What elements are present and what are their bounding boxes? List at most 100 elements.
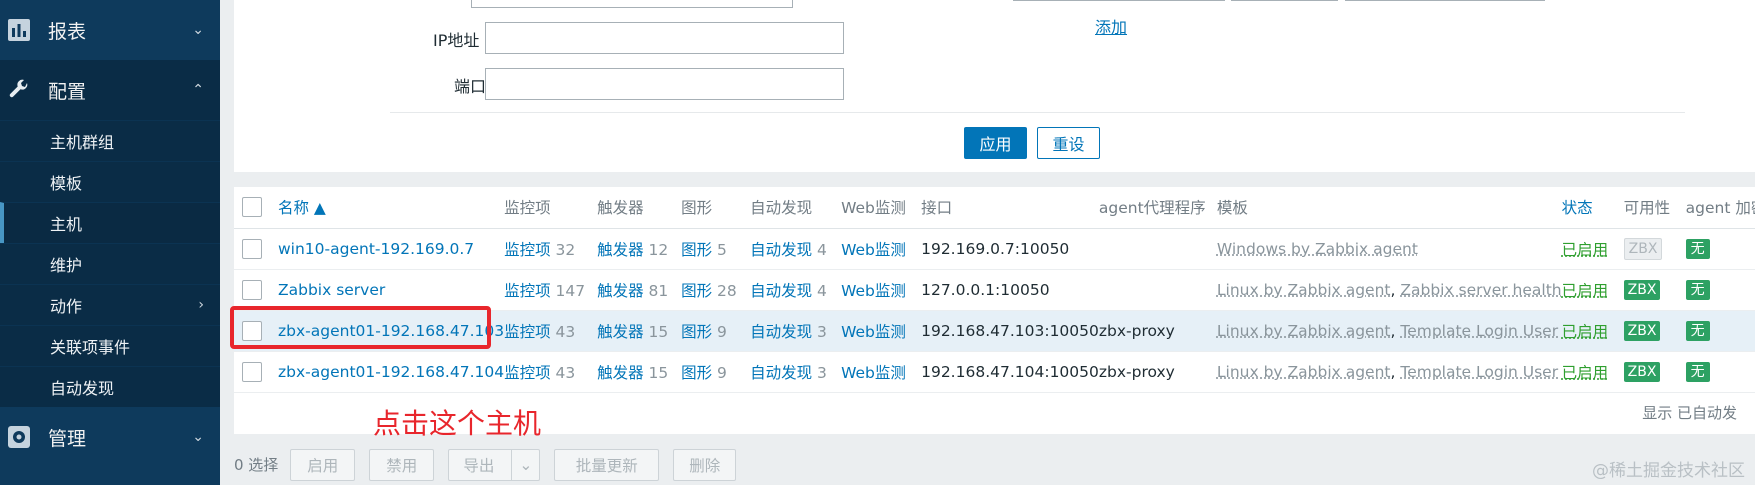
items-link[interactable]: 监控项: [504, 323, 551, 341]
row-checkbox[interactable]: [242, 279, 262, 300]
host-name-link[interactable]: zbx-agent01-192.168.47.103: [278, 322, 504, 340]
discovery-count: 4: [817, 281, 827, 300]
proxy-cell: [1098, 228, 1217, 270]
status-toggle[interactable]: 已启用: [1562, 241, 1609, 259]
filter-field-top[interactable]: [471, 0, 793, 8]
apply-button[interactable]: 应用: [964, 127, 1027, 159]
status-toggle[interactable]: 已启用: [1562, 323, 1609, 341]
sidebar-item-event-correlation[interactable]: 关联项事件: [0, 325, 220, 366]
host-name-link[interactable]: Zabbix server: [278, 281, 385, 299]
interface-cell: 192.168.47.103:10050: [921, 310, 1099, 352]
host-name-link[interactable]: zbx-agent01-192.168.47.104: [278, 363, 504, 381]
chevron-down-icon[interactable]: ⌄: [511, 449, 539, 480]
select-all-checkbox[interactable]: [242, 197, 262, 218]
sidebar-item-hosts[interactable]: 主机: [0, 202, 220, 243]
col-name[interactable]: 名称 ▲: [278, 187, 505, 229]
col-availability: 可用性: [1623, 187, 1686, 229]
export-button[interactable]: 导出 ⌄: [448, 448, 541, 481]
discovery-count: 3: [817, 322, 827, 341]
triggers-count: 15: [648, 322, 669, 341]
items-link[interactable]: 监控项: [504, 241, 551, 259]
triggers-link[interactable]: 触发器: [597, 323, 644, 341]
enable-button[interactable]: 启用: [290, 448, 356, 481]
graphs-link[interactable]: 图形: [681, 323, 712, 341]
ip-address-input[interactable]: [485, 22, 844, 54]
template-separator: ,: [1390, 280, 1401, 299]
web-link[interactable]: Web监测: [841, 241, 906, 259]
availability-badge: ZBX: [1623, 279, 1661, 300]
port-input[interactable]: [485, 68, 844, 100]
row-select-cell: [234, 228, 278, 270]
template-link[interactable]: Linux by Zabbix agent: [1217, 363, 1391, 381]
delete-button[interactable]: 删除: [673, 448, 737, 481]
interface-cell: 192.168.47.104:10050: [921, 351, 1099, 393]
status-toggle[interactable]: 已启用: [1562, 364, 1609, 382]
sidebar-item-label: 主机群组: [50, 133, 115, 152]
template-link[interactable]: Zabbix server health: [1400, 281, 1561, 299]
reset-button[interactable]: 重设: [1037, 127, 1100, 159]
hosts-table: 名称 ▲ 监控项 触发器 图形 自动发现 Web监测 接口 agent代理程序 …: [234, 187, 1755, 393]
sidebar-item-maintenance[interactable]: 维护: [0, 243, 220, 284]
triggers-link[interactable]: 触发器: [597, 364, 644, 382]
row-select-cell: [234, 310, 278, 352]
template-link[interactable]: Template Login User: [1400, 322, 1558, 340]
col-web: Web监测: [841, 187, 922, 229]
row-checkbox[interactable]: [242, 320, 262, 341]
web-link[interactable]: Web监测: [841, 323, 906, 341]
availability-badge: ZBX: [1623, 237, 1663, 260]
triggers-link[interactable]: 触发器: [597, 282, 644, 300]
items-count: 32: [555, 240, 576, 259]
graphs-link[interactable]: 图形: [681, 241, 712, 259]
col-items: 监控项: [504, 187, 598, 229]
sidebar-item-host-groups[interactable]: 主机群组: [0, 120, 220, 161]
proxy-cell: zbx-proxy: [1098, 351, 1217, 393]
add-tag-link[interactable]: 添加: [1095, 14, 1127, 38]
row-checkbox[interactable]: [242, 361, 262, 382]
table-row: Zabbix server 监控项 147 触发器 81 图形 28 自动发现 …: [234, 269, 1755, 311]
filter-tag-operator-select[interactable]: [1231, 0, 1338, 1]
graphs-link[interactable]: 图形: [681, 364, 712, 382]
host-name-link[interactable]: win10-agent-192.169.0.7: [278, 240, 474, 258]
menu-administration[interactable]: 管理 ⌄: [0, 407, 220, 467]
menu-configuration[interactable]: 配置 ⌃: [0, 60, 220, 120]
template-link[interactable]: Linux by Zabbix agent: [1217, 322, 1391, 340]
chevron-down-icon: ⌄: [192, 22, 204, 38]
interface-cell: 192.169.0.7:10050: [921, 228, 1099, 270]
discovery-link[interactable]: 自动发现: [750, 282, 812, 300]
chevron-down-icon: ⌄: [192, 429, 204, 445]
triggers-count: 81: [648, 281, 669, 300]
graphs-link[interactable]: 图形: [681, 282, 712, 300]
web-link[interactable]: Web监测: [841, 282, 906, 300]
status-toggle[interactable]: 已启用: [1562, 282, 1609, 300]
gear-icon: [6, 424, 32, 450]
sidebar-item-label: 维护: [50, 256, 83, 275]
col-status[interactable]: 状态: [1561, 187, 1624, 229]
availability-badge: ZBX: [1623, 320, 1661, 341]
graphs-count: 5: [717, 240, 727, 259]
table-row: zbx-agent01-192.168.47.104 监控项 43 触发器 15…: [234, 351, 1755, 393]
filter-tag-value-input[interactable]: [1345, 0, 1545, 1]
items-link[interactable]: 监控项: [504, 282, 551, 300]
proxy-cell: zbx-proxy: [1098, 310, 1217, 352]
displaying-count-note: 显示 已自动发: [1642, 404, 1737, 422]
filter-tag-name-input[interactable]: [1013, 0, 1225, 1]
template-link[interactable]: Template Login User: [1400, 363, 1558, 381]
table-header-row: 名称 ▲ 监控项 触发器 图形 自动发现 Web监测 接口 agent代理程序 …: [234, 187, 1755, 229]
chevron-up-icon: ⌃: [192, 82, 204, 98]
discovery-link[interactable]: 自动发现: [750, 364, 812, 382]
mass-update-button[interactable]: 批量更新: [554, 448, 660, 481]
items-link[interactable]: 监控项: [504, 364, 551, 382]
triggers-link[interactable]: 触发器: [597, 241, 644, 259]
menu-reports[interactable]: 报表 ⌄: [0, 0, 220, 60]
discovery-link[interactable]: 自动发现: [750, 323, 812, 341]
graphs-count: 9: [717, 322, 727, 341]
sidebar-item-templates[interactable]: 模板: [0, 161, 220, 202]
template-link[interactable]: Windows by Zabbix agent: [1217, 240, 1418, 258]
sidebar-item-actions[interactable]: 动作 ›: [0, 284, 220, 325]
discovery-link[interactable]: 自动发现: [750, 241, 812, 259]
sidebar-item-discovery[interactable]: 自动发现: [0, 366, 220, 407]
web-link[interactable]: Web监测: [841, 364, 906, 382]
row-checkbox[interactable]: [242, 238, 262, 259]
template-link[interactable]: Linux by Zabbix agent: [1217, 281, 1391, 299]
disable-button[interactable]: 禁用: [369, 448, 435, 481]
